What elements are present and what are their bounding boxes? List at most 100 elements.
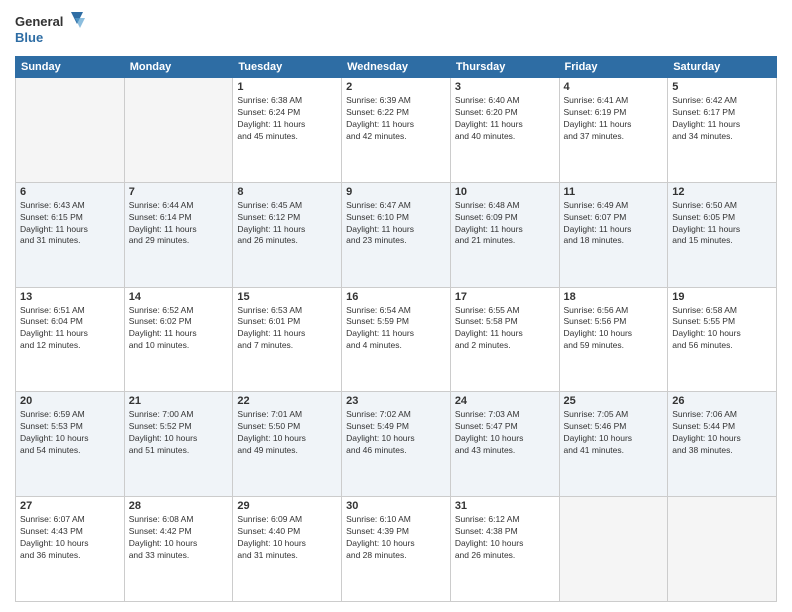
day-number: 14	[129, 291, 229, 303]
day-info: Sunrise: 6:39 AM Sunset: 6:22 PM Dayligh…	[346, 95, 446, 143]
day-number: 20	[20, 395, 120, 407]
table-row: 4 Sunrise: 6:41 AM Sunset: 6:19 PM Daylig…	[559, 78, 668, 183]
table-row	[668, 497, 777, 602]
day-number: 24	[455, 395, 555, 407]
day-info: Sunrise: 6:55 AM Sunset: 5:58 PM Dayligh…	[455, 305, 555, 353]
day-number: 8	[237, 186, 337, 198]
day-info: Sunrise: 6:47 AM Sunset: 6:10 PM Dayligh…	[346, 200, 446, 248]
table-row: 19 Sunrise: 6:58 AM Sunset: 5:55 PM Dayli…	[668, 287, 777, 392]
table-row: 21Sunrise: 7:00 AM Sunset: 5:52 PM Dayli…	[124, 392, 233, 497]
table-row: 8 Sunrise: 6:45 AM Sunset: 6:12 PM Daylig…	[233, 182, 342, 287]
table-row: 18 Sunrise: 6:56 AM Sunset: 5:56 PM Dayli…	[559, 287, 668, 392]
day-info: Sunrise: 6:08 AM Sunset: 4:42 PM Dayligh…	[129, 514, 229, 562]
day-number: 19	[672, 291, 772, 303]
weekday-friday: Friday	[559, 57, 668, 78]
day-number: 16	[346, 291, 446, 303]
day-info: Sunrise: 6:40 AM Sunset: 6:20 PM Dayligh…	[455, 95, 555, 143]
day-number: 5	[672, 81, 772, 93]
day-info: Sunrise: 6:53 AM Sunset: 6:01 PM Dayligh…	[237, 305, 337, 353]
table-row: 9 Sunrise: 6:47 AM Sunset: 6:10 PM Daylig…	[342, 182, 451, 287]
table-row: 1 Sunrise: 6:38 AM Sunset: 6:24 PM Daylig…	[233, 78, 342, 183]
day-info: Sunrise: 7:05 AM Sunset: 5:46 PM Dayligh…	[564, 409, 664, 457]
day-number: 29	[237, 500, 337, 512]
day-info: Sunrise: 6:59 AM Sunset: 5:53 PM Dayligh…	[20, 409, 120, 457]
day-number: 26	[672, 395, 772, 407]
week-row-3: 13Sunrise: 6:51 AM Sunset: 6:04 PM Dayli…	[16, 287, 777, 392]
table-row: 28Sunrise: 6:08 AM Sunset: 4:42 PM Dayli…	[124, 497, 233, 602]
day-info: Sunrise: 6:07 AM Sunset: 4:43 PM Dayligh…	[20, 514, 120, 562]
table-row: 11 Sunrise: 6:49 AM Sunset: 6:07 PM Dayli…	[559, 182, 668, 287]
day-info: Sunrise: 6:10 AM Sunset: 4:39 PM Dayligh…	[346, 514, 446, 562]
day-number: 2	[346, 81, 446, 93]
day-info: Sunrise: 6:12 AM Sunset: 4:38 PM Dayligh…	[455, 514, 555, 562]
day-info: Sunrise: 6:51 AM Sunset: 6:04 PM Dayligh…	[20, 305, 120, 353]
table-row: 13Sunrise: 6:51 AM Sunset: 6:04 PM Dayli…	[16, 287, 125, 392]
weekday-monday: Monday	[124, 57, 233, 78]
table-row	[124, 78, 233, 183]
table-row	[559, 497, 668, 602]
weekday-thursday: Thursday	[450, 57, 559, 78]
table-row: 29 Sunrise: 6:09 AM Sunset: 4:40 PM Dayli…	[233, 497, 342, 602]
day-info: Sunrise: 6:52 AM Sunset: 6:02 PM Dayligh…	[129, 305, 229, 353]
day-number: 31	[455, 500, 555, 512]
day-number: 11	[564, 186, 664, 198]
table-row: 7Sunrise: 6:44 AM Sunset: 6:14 PM Daylig…	[124, 182, 233, 287]
day-number: 27	[20, 500, 120, 512]
day-info: Sunrise: 6:44 AM Sunset: 6:14 PM Dayligh…	[129, 200, 229, 248]
table-row: 22Sunrise: 7:01 AM Sunset: 5:50 PM Dayli…	[233, 392, 342, 497]
table-row: 25 Sunrise: 7:05 AM Sunset: 5:46 PM Dayli…	[559, 392, 668, 497]
day-info: Sunrise: 6:54 AM Sunset: 5:59 PM Dayligh…	[346, 305, 446, 353]
weekday-sunday: Sunday	[16, 57, 125, 78]
logo: General Blue	[15, 10, 85, 48]
table-row: 6Sunrise: 6:43 AM Sunset: 6:15 PM Daylig…	[16, 182, 125, 287]
table-row: 27 Sunrise: 6:07 AM Sunset: 4:43 PM Dayli…	[16, 497, 125, 602]
table-row: 23 Sunrise: 7:02 AM Sunset: 5:49 PM Dayli…	[342, 392, 451, 497]
weekday-wednesday: Wednesday	[342, 57, 451, 78]
table-row: 5 Sunrise: 6:42 AM Sunset: 6:17 PM Daylig…	[668, 78, 777, 183]
day-number: 22	[237, 395, 337, 407]
table-row: 24Sunrise: 7:03 AM Sunset: 5:47 PM Dayli…	[450, 392, 559, 497]
table-row: 3 Sunrise: 6:40 AM Sunset: 6:20 PM Daylig…	[450, 78, 559, 183]
table-row: 15Sunrise: 6:53 AM Sunset: 6:01 PM Dayli…	[233, 287, 342, 392]
day-info: Sunrise: 6:09 AM Sunset: 4:40 PM Dayligh…	[237, 514, 337, 562]
day-info: Sunrise: 6:43 AM Sunset: 6:15 PM Dayligh…	[20, 200, 120, 248]
week-row-2: 6Sunrise: 6:43 AM Sunset: 6:15 PM Daylig…	[16, 182, 777, 287]
day-info: Sunrise: 6:56 AM Sunset: 5:56 PM Dayligh…	[564, 305, 664, 353]
day-info: Sunrise: 6:58 AM Sunset: 5:55 PM Dayligh…	[672, 305, 772, 353]
day-info: Sunrise: 6:41 AM Sunset: 6:19 PM Dayligh…	[564, 95, 664, 143]
day-number: 21	[129, 395, 229, 407]
day-number: 23	[346, 395, 446, 407]
table-row: 31 Sunrise: 6:12 AM Sunset: 4:38 PM Dayli…	[450, 497, 559, 602]
day-info: Sunrise: 7:06 AM Sunset: 5:44 PM Dayligh…	[672, 409, 772, 457]
day-number: 18	[564, 291, 664, 303]
day-info: Sunrise: 6:42 AM Sunset: 6:17 PM Dayligh…	[672, 95, 772, 143]
table-row: 14 Sunrise: 6:52 AM Sunset: 6:02 PM Dayli…	[124, 287, 233, 392]
week-row-4: 20 Sunrise: 6:59 AM Sunset: 5:53 PM Dayli…	[16, 392, 777, 497]
day-number: 1	[237, 81, 337, 93]
day-number: 25	[564, 395, 664, 407]
day-info: Sunrise: 6:48 AM Sunset: 6:09 PM Dayligh…	[455, 200, 555, 248]
calendar: SundayMondayTuesdayWednesdayThursdayFrid…	[15, 56, 777, 602]
week-row-1: 1 Sunrise: 6:38 AM Sunset: 6:24 PM Daylig…	[16, 78, 777, 183]
day-number: 4	[564, 81, 664, 93]
table-row: 2 Sunrise: 6:39 AM Sunset: 6:22 PM Daylig…	[342, 78, 451, 183]
header: General Blue	[15, 10, 777, 48]
day-info: Sunrise: 6:49 AM Sunset: 6:07 PM Dayligh…	[564, 200, 664, 248]
day-number: 17	[455, 291, 555, 303]
table-row: 16 Sunrise: 6:54 AM Sunset: 5:59 PM Dayli…	[342, 287, 451, 392]
weekday-saturday: Saturday	[668, 57, 777, 78]
day-number: 30	[346, 500, 446, 512]
table-row	[16, 78, 125, 183]
day-number: 9	[346, 186, 446, 198]
table-row: 12Sunrise: 6:50 AM Sunset: 6:05 PM Dayli…	[668, 182, 777, 287]
logo-svg: General Blue	[15, 10, 85, 48]
table-row: 17 Sunrise: 6:55 AM Sunset: 5:58 PM Dayli…	[450, 287, 559, 392]
day-info: Sunrise: 6:45 AM Sunset: 6:12 PM Dayligh…	[237, 200, 337, 248]
svg-text:General: General	[15, 14, 63, 29]
day-number: 3	[455, 81, 555, 93]
table-row: 26 Sunrise: 7:06 AM Sunset: 5:44 PM Dayli…	[668, 392, 777, 497]
table-row: 30 Sunrise: 6:10 AM Sunset: 4:39 PM Dayli…	[342, 497, 451, 602]
day-info: Sunrise: 6:38 AM Sunset: 6:24 PM Dayligh…	[237, 95, 337, 143]
table-row: 20 Sunrise: 6:59 AM Sunset: 5:53 PM Dayli…	[16, 392, 125, 497]
day-info: Sunrise: 7:02 AM Sunset: 5:49 PM Dayligh…	[346, 409, 446, 457]
